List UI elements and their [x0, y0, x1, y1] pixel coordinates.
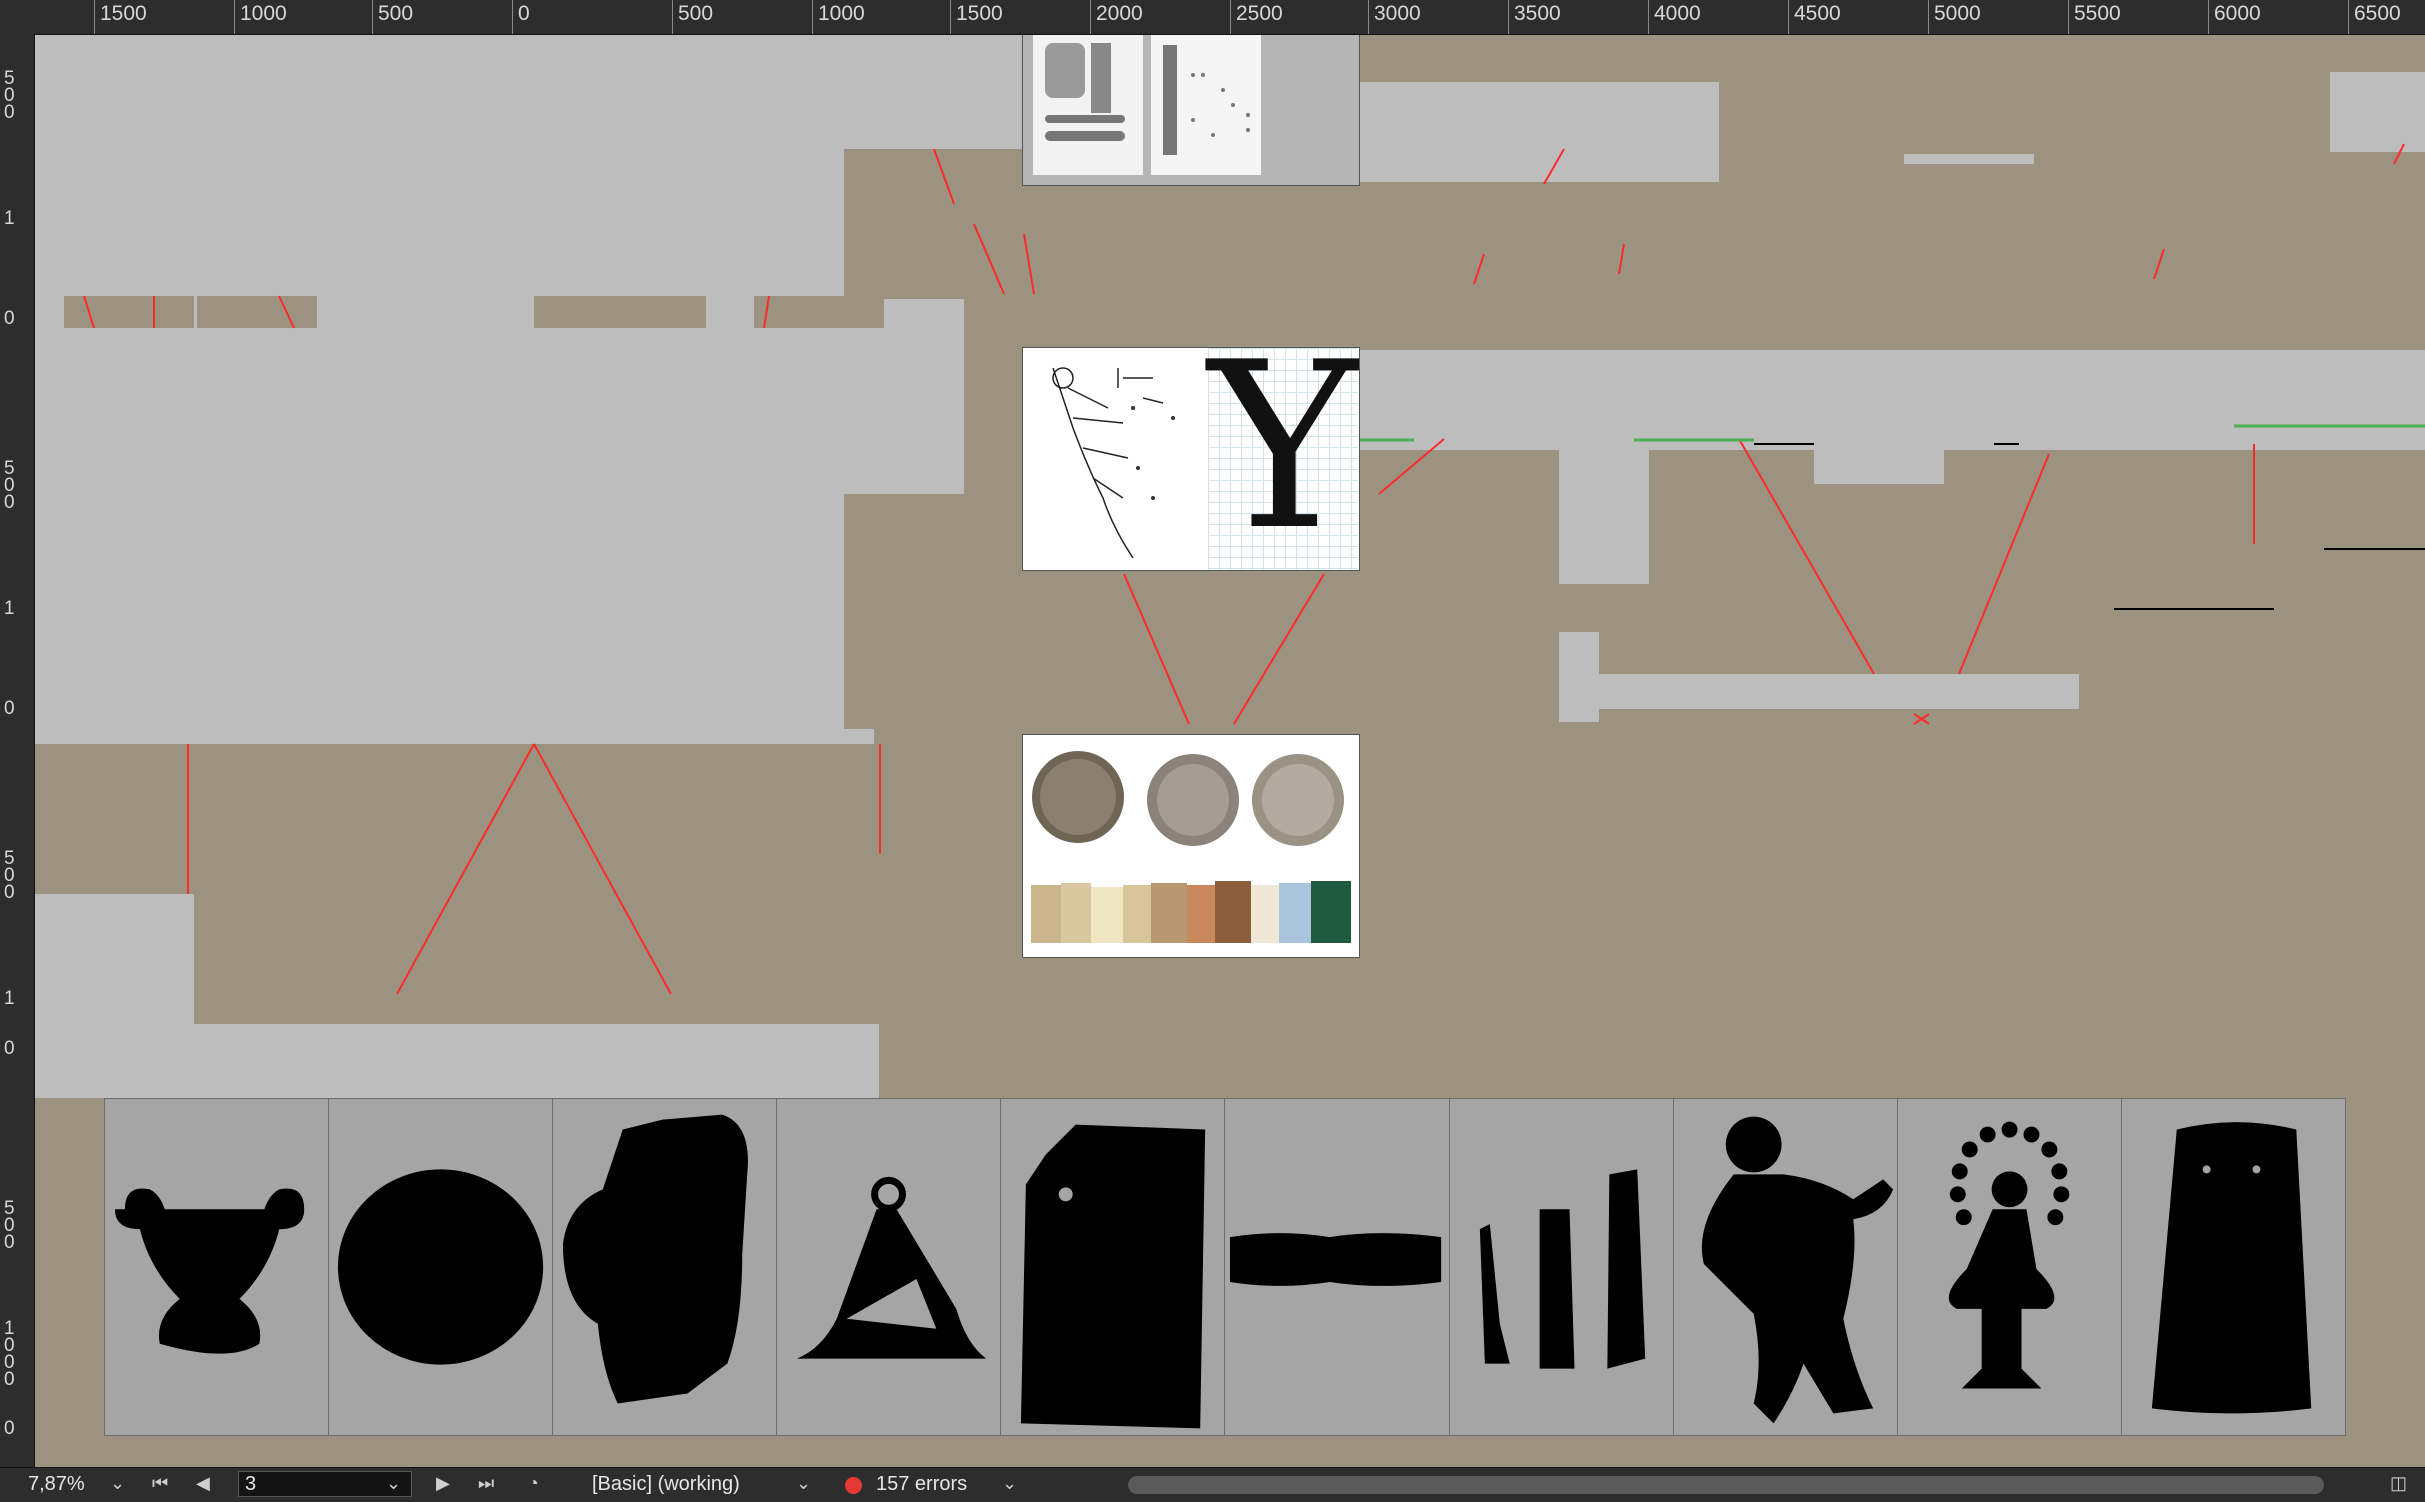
last-page-icon[interactable]: ⏭	[478, 1473, 494, 1494]
ruler-tick	[1788, 0, 1789, 34]
error-indicator-icon	[845, 1477, 862, 1494]
frame-coins-and-books[interactable]	[1022, 734, 1360, 958]
ruler-label: 1	[4, 988, 15, 1009]
idol-silhouette-icon	[1948, 1121, 2070, 1389]
figure-silhouette-icon	[1701, 1116, 1893, 1424]
ruler-label: 0	[4, 308, 15, 329]
bar-silhouette[interactable]	[1225, 1099, 1450, 1435]
ruler-label: 6000	[2214, 2, 2261, 25]
slab-silhouette-icon	[1021, 1124, 1206, 1429]
frame-drawing-and-letter[interactable]: Y	[1022, 347, 1360, 571]
zoom-level[interactable]: 7,87%	[28, 1473, 85, 1496]
ruler-tick	[94, 0, 95, 34]
ruler-tick	[1648, 0, 1649, 34]
ruler-label: 1500	[956, 2, 1003, 25]
preflight-profile[interactable]: [Basic] (working)	[592, 1473, 740, 1496]
error-count[interactable]: 157 errors	[876, 1473, 967, 1496]
ruler-label: 5000	[1934, 2, 1981, 25]
skeleton-drawing	[1052, 367, 1175, 559]
coins-books-image	[1031, 751, 1351, 943]
fragment-silhouette-icon	[563, 1114, 749, 1404]
figure-silhouette[interactable]	[1674, 1099, 1898, 1435]
ruler-tick	[372, 0, 373, 34]
ruler-label: 0	[4, 1038, 15, 1059]
ruler-tick	[234, 0, 235, 34]
ruler-label: 4000	[1654, 2, 1701, 25]
ruler-tick	[1508, 0, 1509, 34]
document-canvas[interactable]: Y	[34, 34, 2425, 1467]
ruler-label: 2500	[1236, 2, 1283, 25]
scan-pages-image	[1033, 35, 1261, 175]
ruler-tick	[672, 0, 673, 34]
zoom-dropdown-icon[interactable]: ⌄	[110, 1473, 125, 1494]
ruler-tick	[2208, 0, 2209, 34]
ruler-label: 2000	[1096, 2, 1143, 25]
idol-silhouette[interactable]	[1898, 1099, 2122, 1435]
ruler-tick	[2348, 0, 2349, 34]
trapezoid-silhouette[interactable]	[2122, 1099, 2345, 1435]
disc-silhouette[interactable]	[329, 1099, 554, 1435]
ruler-label: 500	[4, 1198, 15, 1253]
ruler-label: 4500	[1794, 2, 1841, 25]
ruler-tick	[1368, 0, 1369, 34]
previous-page-icon[interactable]: ◀	[196, 1473, 210, 1494]
ruler-tick	[1230, 0, 1231, 34]
ruler-tick	[512, 0, 513, 34]
large-letter: Y	[1208, 347, 1360, 571]
horizontal-scrollbar[interactable]	[1128, 1476, 2324, 1494]
vase-silhouette[interactable]	[105, 1099, 330, 1435]
ruler-label: 3000	[1374, 2, 1421, 25]
vertical-ruler[interactable]: 500 1 0 500 1 0 500 1 0 500 1000 0	[0, 34, 35, 1467]
ruler-label: 500	[678, 2, 714, 25]
ruler-label: 1	[4, 598, 15, 619]
disc-silhouette-icon	[338, 1169, 544, 1365]
ruler-label: 1000	[4, 1318, 15, 1390]
ruler-tick	[2068, 0, 2069, 34]
vase-silhouette-icon	[114, 1188, 305, 1354]
next-page-icon[interactable]: ▶	[436, 1473, 450, 1494]
silhouette-strip[interactable]	[104, 1098, 2346, 1436]
ruler-tick	[950, 0, 951, 34]
ruler-label: 5500	[2074, 2, 2121, 25]
first-page-icon[interactable]: ⏮	[152, 1473, 168, 1494]
preflight-icon[interactable]: ◔	[528, 1473, 539, 1494]
profile-dropdown-icon[interactable]: ⌄	[796, 1473, 811, 1494]
ruler-label: 0	[518, 2, 530, 25]
trapezoid-silhouette-icon	[2151, 1122, 2312, 1414]
horizontal-ruler[interactable]: 1500 1000 500 0 500 1000 1500 2000 2500 3000 3500 4…	[0, 0, 2425, 35]
ruler-label: 1	[4, 208, 15, 229]
tools-silhouette[interactable]	[1450, 1099, 1674, 1435]
ruler-label: 0	[4, 698, 15, 719]
ruler-label: 500	[4, 68, 15, 123]
split-view-icon[interactable]: ◫	[2390, 1473, 2407, 1494]
status-bar: 7,87% ⌄ ⏮ ◀ ⌄ ▶ ⏭ ◔ [Basic] (working) ⌄ …	[0, 1467, 2425, 1502]
ruler-label: 6500	[2354, 2, 2401, 25]
bell-silhouette-icon	[797, 1176, 987, 1359]
bell-silhouette[interactable]	[777, 1099, 1002, 1435]
ruler-tick	[1928, 0, 1929, 34]
ruler-label: 1500	[100, 2, 147, 25]
fragment-silhouette[interactable]	[553, 1099, 778, 1435]
errors-dropdown-icon[interactable]: ⌄	[1002, 1473, 1017, 1494]
ruler-label: 3500	[1514, 2, 1561, 25]
ruler-corner	[0, 0, 34, 34]
page-dropdown-icon[interactable]: ⌄	[386, 1473, 401, 1494]
ruler-label: 500	[4, 848, 15, 903]
ruler-tick	[1090, 0, 1091, 34]
ruler-label: 1000	[818, 2, 865, 25]
ruler-label: 500	[378, 2, 414, 25]
frame-scan-pages[interactable]	[1022, 34, 1360, 186]
ruler-label: 500	[4, 458, 15, 513]
slab-silhouette[interactable]	[1001, 1099, 1226, 1435]
ruler-label: 1000	[240, 2, 287, 25]
tools-silhouette-icon	[1479, 1169, 1645, 1369]
bar-silhouette-icon	[1230, 1233, 1442, 1286]
ruler-tick	[812, 0, 813, 34]
ruler-label: 0	[4, 1418, 15, 1439]
